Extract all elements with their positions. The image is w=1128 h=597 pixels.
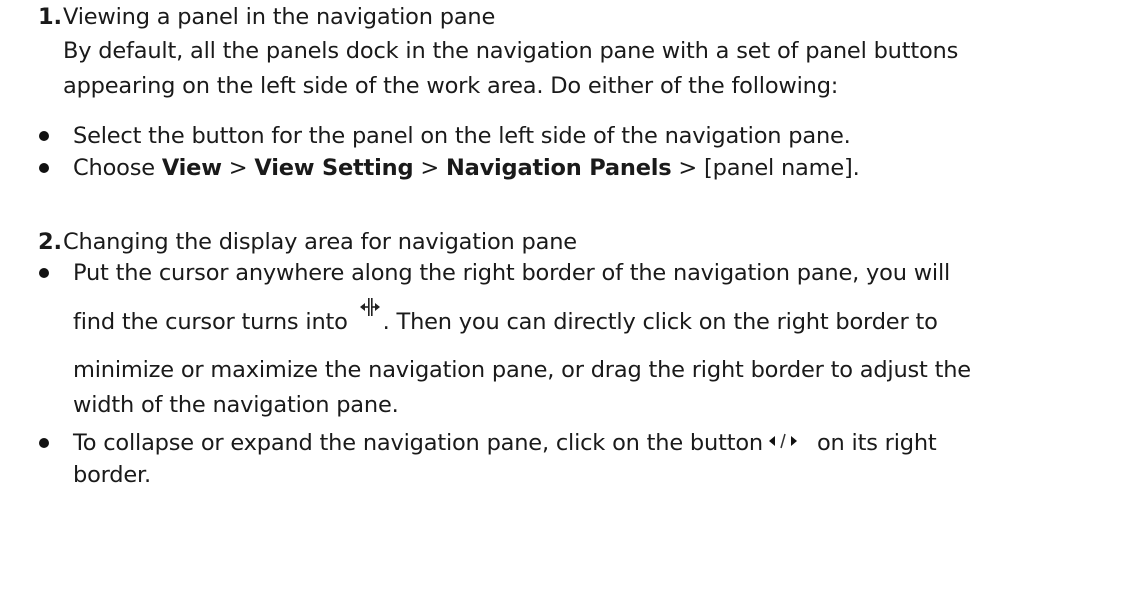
section-2-number: 2. [38,229,62,255]
bullet-2-line-1-start: To collapse or expand the navigation pan… [73,430,763,456]
section-2-bullet-2-line-1: To collapse or expand the navigation pan… [73,428,937,459]
section-2-bullet-1-line-2: find the cursor turns into . Then you ca… [73,297,938,338]
section-1-number: 1. [38,4,62,30]
menu-separator: > [221,155,255,181]
bullet-icon [39,131,49,141]
section-1-paragraph-line-1: By default, all the panels dock in the n… [63,38,959,64]
section-1-paragraph-line-2: appearing on the left side of the work a… [63,73,839,99]
section-2-bullet-1-line-4: width of the navigation pane. [73,392,399,418]
section-1-bullet-2: Choose View > View Setting > Navigation … [73,153,860,183]
document: 1.Viewing a panel in the navigation pane… [0,0,1128,597]
section-2-bullet-1-line-1: Put the cursor anywhere along the right … [73,260,951,286]
bullet-icon [39,163,49,173]
bullet-icon [39,268,49,278]
menu-view-label: View [161,155,222,181]
section-1-heading: 1.Viewing a panel in the navigation pane [38,2,495,32]
slash-separator-icon [777,427,789,457]
bullet-2-prefix: Choose [73,155,162,181]
menu-view-setting-label: View Setting [254,155,414,181]
bullet-2-line-1-end: on its right [816,430,937,456]
section-2-heading: 2.Changing the display area for navigati… [38,227,577,257]
bullet-icon [39,438,49,448]
menu-separator: > [413,155,446,181]
bullet-1-line-2-end: . Then you can directly click on the rig… [382,309,938,335]
bullet-1-line-2-start: find the cursor turns into [73,309,355,335]
section-2-bullet-1-line-3: minimize or maximize the navigation pane… [73,357,971,383]
triangle-left-icon [767,426,777,456]
menu-separator: > [671,155,705,181]
panel-name-placeholder: [panel name]. [704,155,860,181]
menu-navigation-panels-label: Navigation Panels [445,155,672,181]
resize-cursor-icon [359,296,381,326]
section-1-title: Viewing a panel in the navigation pane [63,4,496,30]
triangle-right-icon [789,426,799,456]
section-2-bullet-2-line-2: border. [73,462,151,488]
section-1-bullet-1: Select the button for the panel on the l… [73,123,851,149]
section-2-title: Changing the display area for navigation… [63,229,577,255]
